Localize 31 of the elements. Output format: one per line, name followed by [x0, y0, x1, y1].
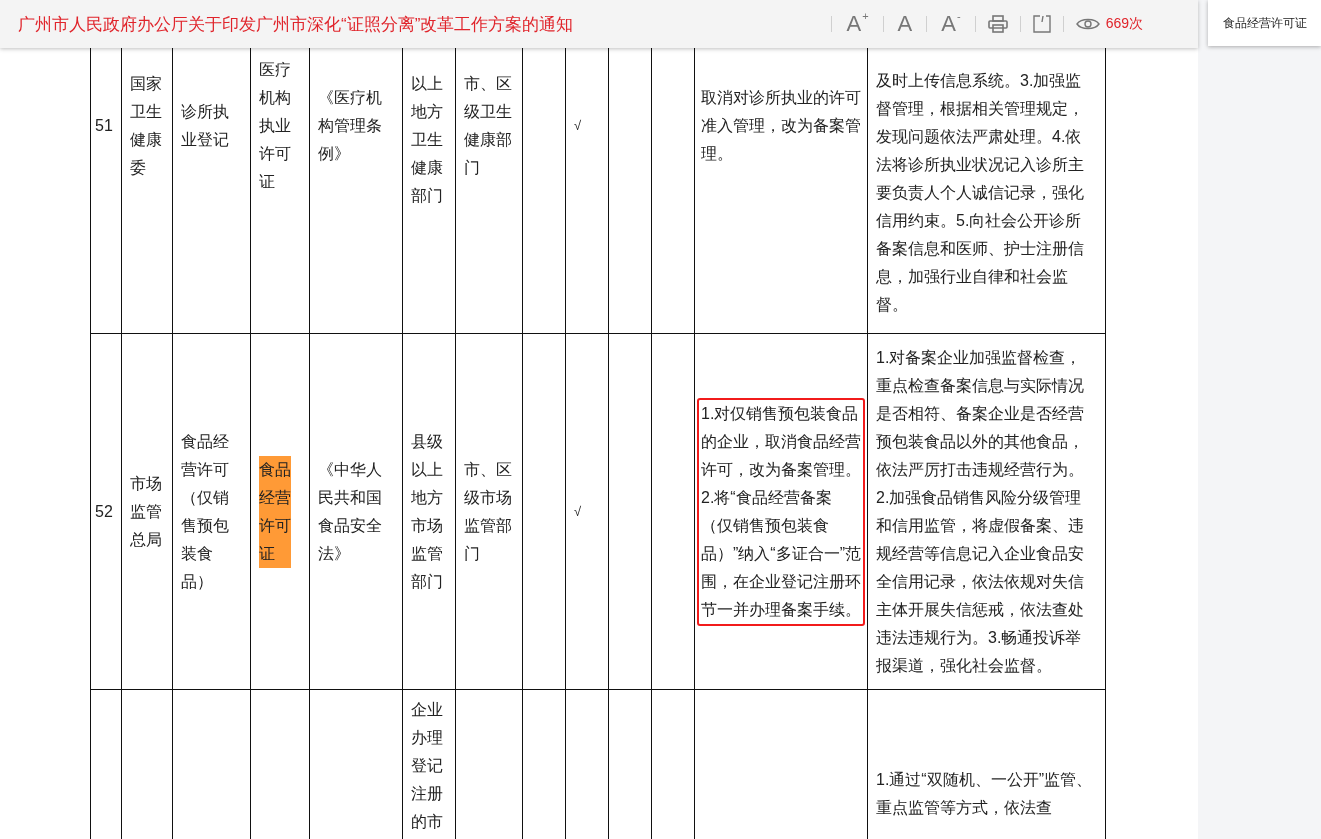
- cell-text: 诊所执业登记: [181, 101, 230, 150]
- cell-text: 以上地方卫生健康部门: [411, 73, 444, 206]
- font-size-button[interactable]: A: [895, 11, 915, 37]
- font-size-button[interactable]: A$^{+}$: [844, 11, 871, 37]
- share-icon[interactable]: [1032, 15, 1051, 33]
- cell-text: √: [574, 116, 583, 135]
- cell-text: 国家卫生健康委: [130, 73, 163, 178]
- document-title: 广州市人民政府办公厅关于印发广州市深化“证照分离”改革工作方案的通知: [18, 13, 574, 36]
- outlined-text: 1.对仅销售预包装食品的企业，取消食品经营许可，改为备案管理。2.将“食品经营备案（仅销售预包装食品）”纳入“多证合一”范围，在企业登记注册环节一并办理备案手续。: [697, 397, 865, 626]
- cell-text: 医疗机构执业许可证: [259, 59, 292, 192]
- cell-text: 取消对诊所执业的许可准入管理，改为备案管理。: [701, 87, 861, 164]
- cell-text: 52: [95, 501, 114, 522]
- cell-text: 51: [95, 115, 114, 136]
- cell-text: 市、区级市场监管部门: [464, 459, 513, 564]
- search-term-popup[interactable]: 食品经营许可证: [1208, 0, 1321, 46]
- cell-text: 《医疗机构管理条例》: [318, 87, 383, 164]
- cell-text: 及时上传信息系统。3.加强监督管理，根据相关管理规定，发现问题依法严肃处理。4.依法将诊所执业状况记入诊所主要负责人个人诚信记录，强化信用约束。5.向社会公开诊所备案信息和医师、护士注册信息，加强行业自律和社会监督。: [876, 71, 1085, 315]
- cell-text: 市场监管总局: [130, 473, 163, 550]
- cell-text: 县级以上地方市场监管部门: [411, 431, 444, 592]
- view-count: 669次: [1105, 15, 1143, 33]
- font-size-button[interactable]: A$^{-}$: [939, 11, 963, 37]
- highlighted-text: 食品经营许可证: [259, 455, 291, 568]
- cell-text: 食品经营许可（仅销售预包装食品）: [181, 431, 230, 592]
- cell-text: 企业办理登记注册的市: [411, 700, 444, 832]
- eye-icon: [1075, 17, 1100, 31]
- print-icon[interactable]: [987, 15, 1008, 33]
- cell-text: √: [574, 502, 583, 521]
- cell-text: 1.对备案企业加强监督检查，重点检查备案信息与实际情况是否相符、备案企业是否经营预包装食品以外的其他食品，依法严厉打击违规经营行为。2.加强食品销售风险分级管理和信用监管，将虚假备案、违规经营等信息记入企业食品安全信用记录，依法依规对失信主体开展失信惩戒，依法查处违法违规行为。3.畅通投诉举报渠道，强化社会监督。: [876, 347, 1085, 676]
- cell-text: 1.通过“双随机、一公开”监管、重点监管等方式，依法查: [876, 770, 1093, 818]
- cell-text: 《中华人民共和国食品安全法》: [318, 459, 383, 564]
- cell-text: 市、区级卫生健康部门: [464, 73, 513, 178]
